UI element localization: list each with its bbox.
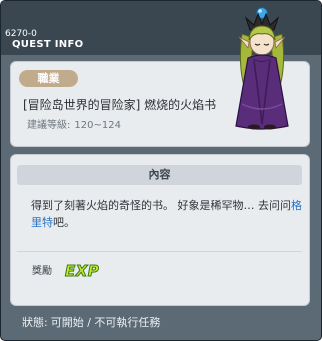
quest-description: 得到了刻著火焰的奇怪的书。 好象是稀罕物… 去问问格里特吧。 xyxy=(31,197,306,231)
level-range: 120~124 xyxy=(74,120,121,131)
status-value: 可開始 / 不可執行任務 xyxy=(50,316,161,329)
recommended-level: 建議等級: 120~124 xyxy=(27,120,125,132)
quest-status: 狀態: 可開始 / 不可執行任務 xyxy=(22,316,163,329)
content-header: 內容 xyxy=(17,165,302,185)
status-label: 狀態: xyxy=(22,316,48,329)
quest-id: 6270-0 xyxy=(5,29,37,39)
exp-reward-icon: EXP xyxy=(64,262,100,281)
divider xyxy=(17,251,302,252)
desc-text-2: 吧。 xyxy=(53,216,75,229)
window-title: QUEST INFO xyxy=(12,39,84,50)
desc-text-1: 得到了刻著火焰的奇怪的书。 好象是稀罕物… 去问问 xyxy=(31,199,291,212)
level-label: 建議等級: xyxy=(27,120,71,131)
reward-label: 獎勵 xyxy=(32,266,52,277)
job-tag: 職業 xyxy=(19,70,78,87)
npc-robed-figure-icon xyxy=(235,7,289,130)
quest-name: [冒险岛世界的冒险家] 燃烧的火焰书 xyxy=(23,98,217,112)
